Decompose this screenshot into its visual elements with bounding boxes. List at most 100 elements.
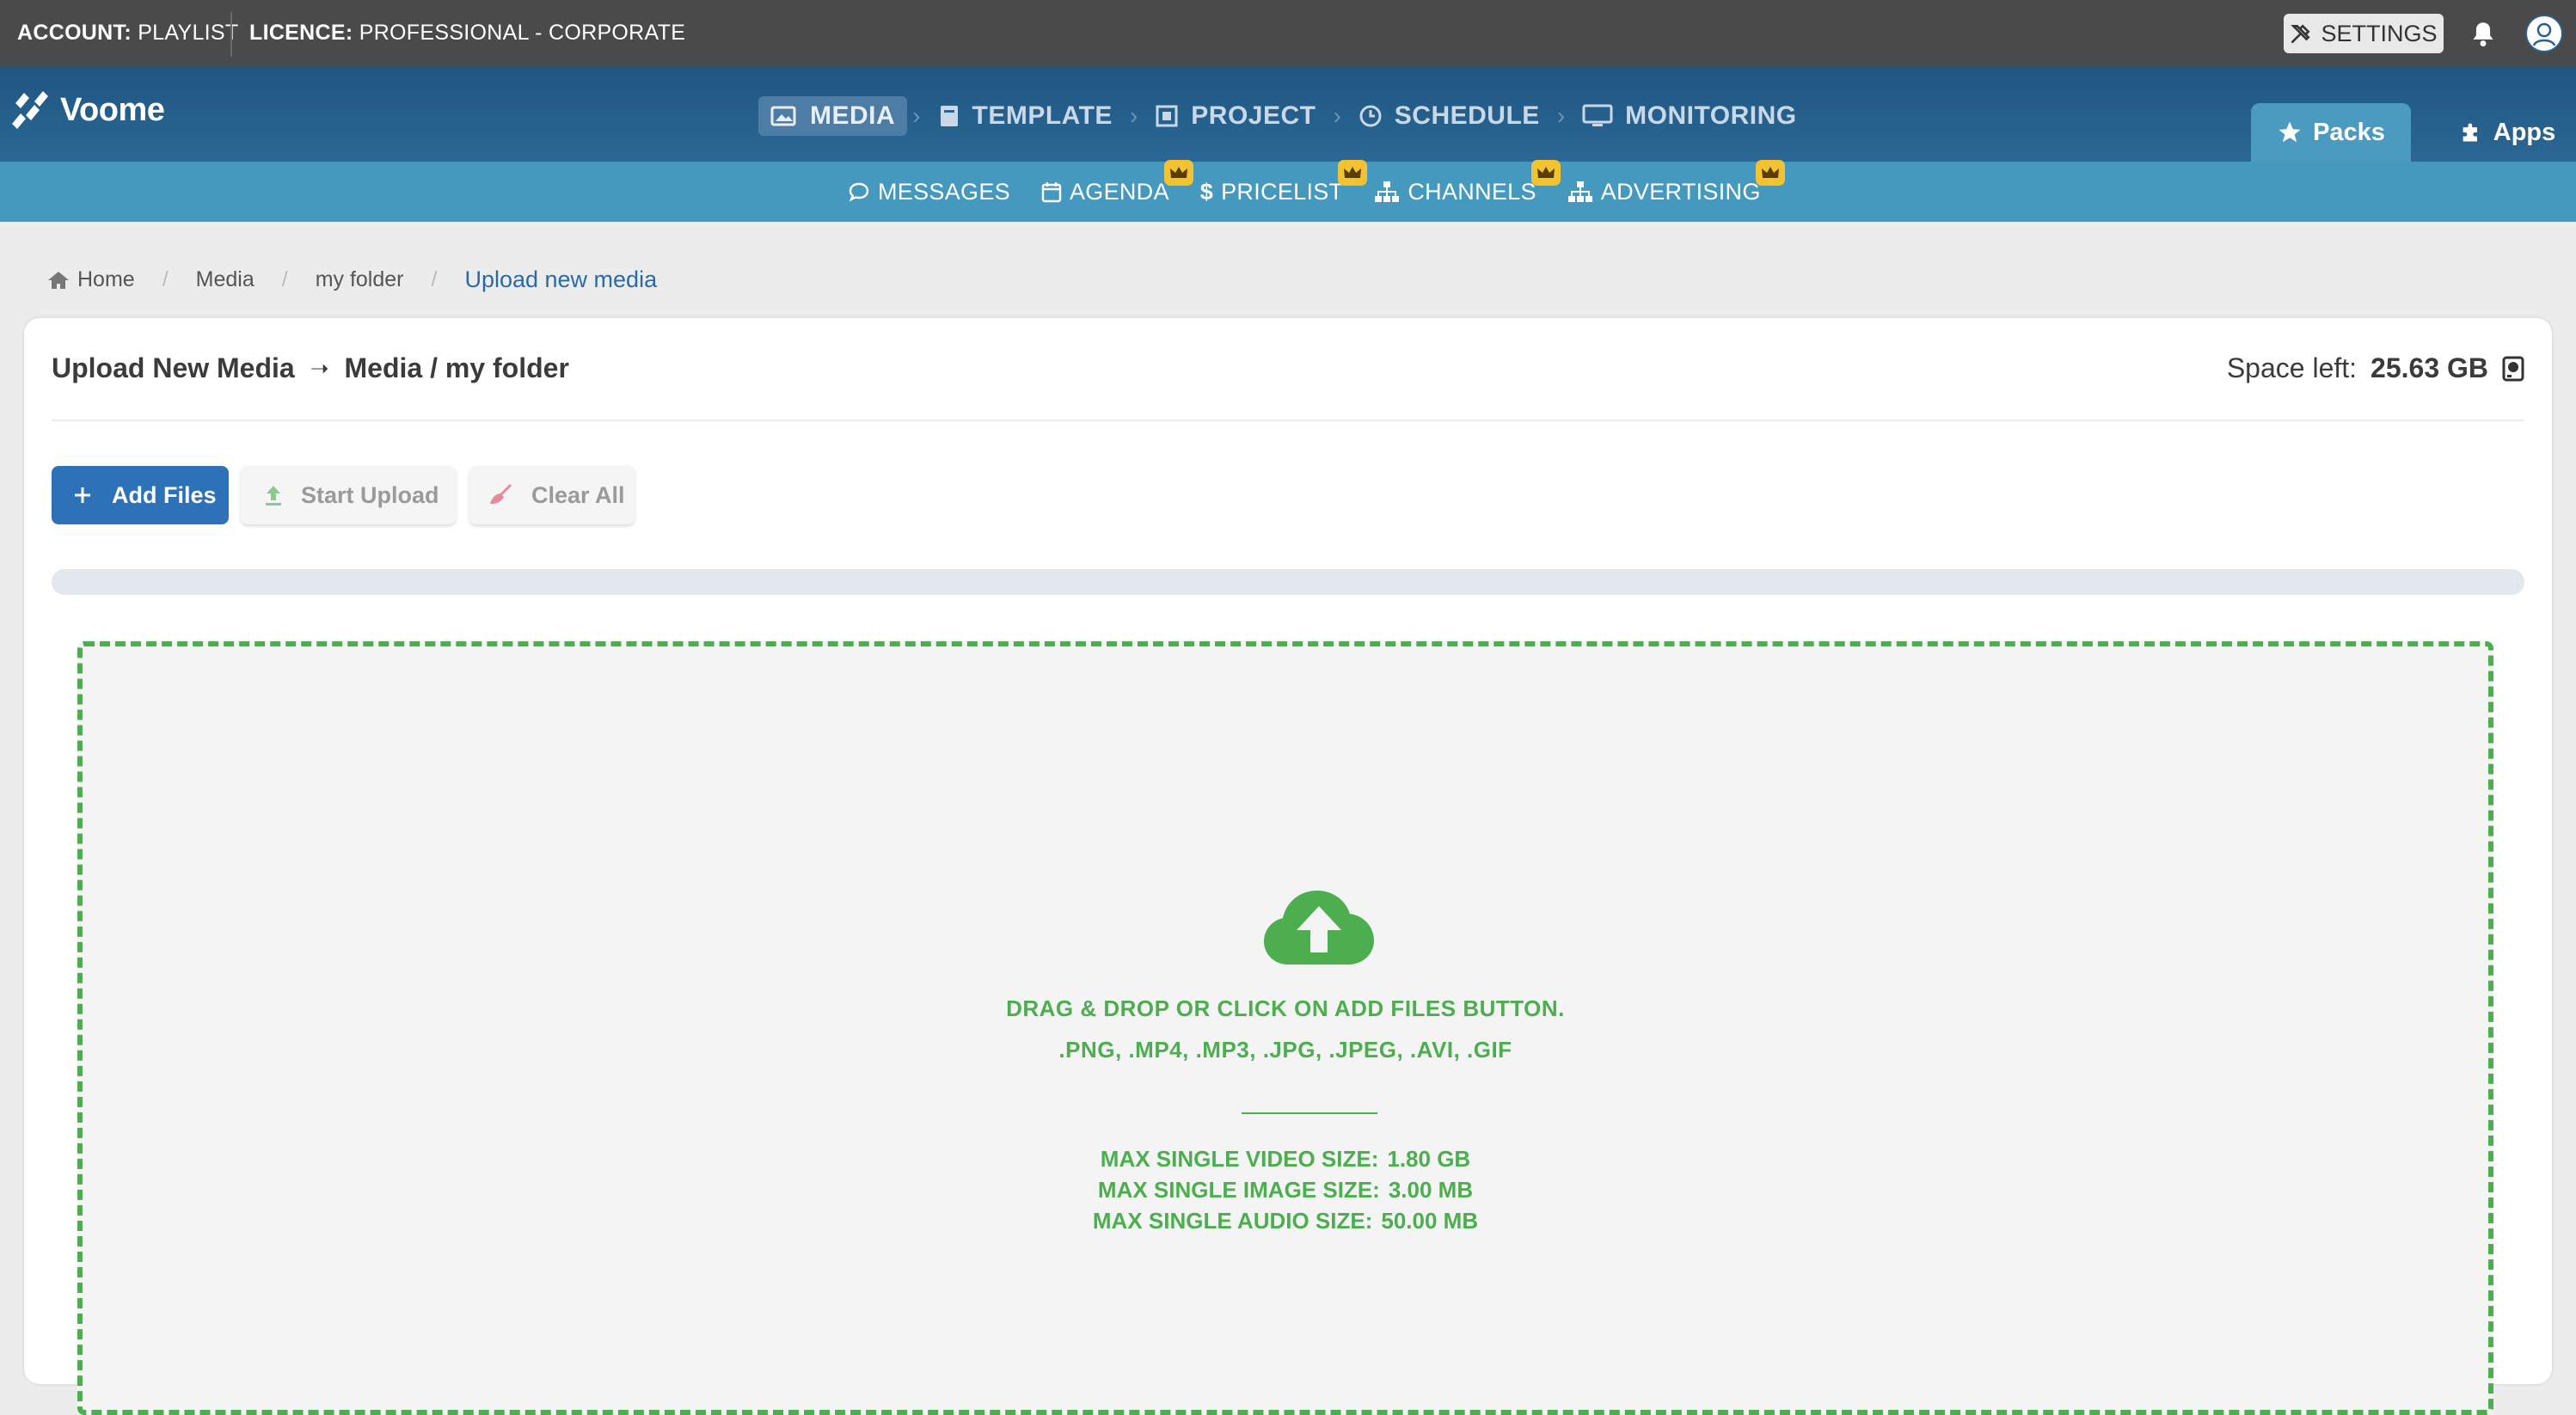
account-label: ACCOUNT: xyxy=(17,21,132,45)
image-limit-label: MAX SINGLE IMAGE SIZE: xyxy=(1097,1177,1380,1203)
packs-label: Packs xyxy=(2313,118,2385,146)
upload-icon xyxy=(266,486,281,505)
arrow-right-icon: ➝ xyxy=(310,355,329,381)
crown-icon xyxy=(1163,159,1193,186)
breadcrumb-media[interactable]: Media xyxy=(196,267,255,292)
file-dropzone[interactable]: DRAG & DROP OR CLICK ON ADD FILES BUTTON… xyxy=(77,641,2493,1415)
nav-media[interactable]: MEDIA xyxy=(758,96,908,136)
destination-path: Media / my folder xyxy=(344,352,569,383)
subnav-pricelist[interactable]: $ PRICELIST xyxy=(1199,159,1368,205)
subnav-agenda-label: AGENDA xyxy=(1069,178,1169,205)
subnav-messages-label: MESSAGES xyxy=(878,178,1010,205)
breadcrumb: Home / Media / my folder / Upload new me… xyxy=(46,266,657,293)
chevron-right-icon: › xyxy=(1333,102,1341,129)
subnav-channels-label: CHANNELS xyxy=(1408,178,1536,205)
logo-text: Voome xyxy=(60,91,165,128)
calendar-icon xyxy=(1041,182,1062,203)
clear-all-button[interactable]: Clear All xyxy=(469,466,635,524)
clock-icon xyxy=(1359,105,1382,127)
dropzone-formats: .PNG, .MP4, .MP3, .JPG, .JPEG, .AVI, .GI… xyxy=(1058,1037,1512,1063)
licence-info: LICENCE: PROFESSIONAL - CORPORATE xyxy=(249,21,685,46)
subnav-messages[interactable]: MESSAGES xyxy=(848,179,1010,205)
nav-project[interactable]: PROJECT xyxy=(1143,96,1328,136)
chevron-right-icon: › xyxy=(1129,102,1138,129)
voome-logo[interactable]: Voome xyxy=(9,86,165,134)
sitemap-icon xyxy=(1567,181,1592,202)
add-files-label: Add Files xyxy=(112,481,217,508)
breadcrumb-separator: / xyxy=(162,267,169,291)
dropzone-divider xyxy=(1242,1112,1377,1114)
nav-schedule-label: SCHEDULE xyxy=(1394,101,1540,130)
plus-icon xyxy=(75,487,90,503)
subnav-agenda[interactable]: AGENDA xyxy=(1041,159,1193,205)
puzzle-icon xyxy=(2463,123,2477,142)
logo-mark-icon xyxy=(12,91,48,129)
breadcrumb-separator: / xyxy=(431,267,438,291)
page-title: Upload New Media ➝ Media / my folder xyxy=(52,352,569,384)
packs-tab[interactable]: Packs xyxy=(2251,103,2411,162)
size-limits: MAX SINGLE VIDEO SIZE: 1.80 GB MAX SINGLE… xyxy=(83,1143,2488,1236)
workflow-nav: MEDIA › TEMPLATE › PROJECT › SCHEDULE › … xyxy=(758,96,1809,136)
nav-monitoring-label: MONITORING xyxy=(1625,101,1797,130)
crown-icon xyxy=(1530,159,1561,186)
account-value: PLAYLIST xyxy=(138,21,239,45)
crown-icon xyxy=(1755,159,1785,186)
hard-drive-icon xyxy=(2502,356,2524,381)
nav-monitoring[interactable]: MONITORING xyxy=(1570,96,1808,136)
breadcrumb-home[interactable]: Home xyxy=(46,267,135,292)
breadcrumb-separator: / xyxy=(281,267,288,291)
breadcrumb-current: Upload new media xyxy=(464,266,658,292)
nav-media-label: MEDIA xyxy=(810,101,896,130)
star-icon xyxy=(2279,121,2301,143)
subnav-advertising-label: ADVERTISING xyxy=(1600,178,1761,205)
tools-icon xyxy=(2290,22,2312,45)
sub-nav: MESSAGES AGENDA $ PRICELIST CHANNELS ADV… xyxy=(0,159,2576,222)
audio-limit-value: 50.00 MB xyxy=(1381,1208,1479,1234)
apps-tab[interactable]: Apps xyxy=(2438,103,2576,162)
licence-value: PROFESSIONAL - CORPORATE xyxy=(359,21,686,45)
frame-icon xyxy=(1156,105,1178,127)
image-icon xyxy=(770,106,796,126)
breadcrumb-folder[interactable]: my folder xyxy=(316,267,404,292)
sitemap-icon xyxy=(1375,181,1400,202)
subnav-channels[interactable]: CHANNELS xyxy=(1374,159,1561,205)
breadcrumb-home-label: Home xyxy=(77,267,135,291)
space-left-label: Space left: xyxy=(2226,352,2358,383)
home-icon xyxy=(48,271,69,289)
settings-label: SETTINGS xyxy=(2321,20,2438,46)
nav-template[interactable]: TEMPLATE xyxy=(926,96,1125,136)
account-info: ACCOUNT: PLAYLIST xyxy=(17,21,238,46)
nav-template-label: TEMPLATE xyxy=(972,101,1113,130)
topbar-divider xyxy=(230,12,232,57)
dropzone-instruction: DRAG & DROP OR CLICK ON ADD FILES BUTTON… xyxy=(1006,995,1565,1021)
video-size-limit: MAX SINGLE VIDEO SIZE: 1.80 GB xyxy=(83,1143,2488,1174)
upload-progress-bar xyxy=(52,569,2524,595)
start-upload-button[interactable]: Start Upload xyxy=(241,466,456,524)
monitor-icon xyxy=(1582,104,1613,126)
upload-card: Upload New Media ➝ Media / my folder Spa… xyxy=(24,318,2552,1415)
subnav-pricelist-label: PRICELIST xyxy=(1221,178,1344,205)
space-left-value: 25.63 GB xyxy=(2371,352,2488,383)
add-files-button[interactable]: Add Files xyxy=(52,466,229,524)
bell-icon[interactable] xyxy=(2471,21,2495,46)
audio-size-limit: MAX SINGLE AUDIO SIZE: 50.00 MB xyxy=(83,1205,2488,1236)
image-limit-value: 3.00 MB xyxy=(1388,1177,1474,1203)
nav-project-label: PROJECT xyxy=(1191,101,1316,130)
dollar-icon: $ xyxy=(1199,178,1214,205)
account-bar: ACCOUNT: PLAYLIST LICENCE: PROFESSIONAL … xyxy=(0,0,2576,67)
cloud-upload-icon xyxy=(1264,891,1374,965)
video-limit-value: 1.80 GB xyxy=(1387,1146,1471,1172)
book-icon xyxy=(940,106,958,126)
nav-schedule[interactable]: SCHEDULE xyxy=(1346,96,1552,136)
card-divider xyxy=(52,420,2524,421)
clear-all-label: Clear All xyxy=(531,481,625,508)
space-left: Space left: 25.63 GB xyxy=(2227,352,2524,384)
settings-button[interactable]: SETTINGS xyxy=(2284,14,2444,53)
avatar[interactable] xyxy=(2525,15,2563,52)
licence-label: LICENCE: xyxy=(249,21,353,45)
main-nav: Voome MEDIA › TEMPLATE › PROJECT › SCHED… xyxy=(0,67,2576,162)
broom-icon xyxy=(490,483,512,505)
chevron-right-icon: › xyxy=(1556,102,1566,129)
subnav-advertising[interactable]: ADVERTISING xyxy=(1567,159,1785,205)
apps-label: Apps xyxy=(2493,118,2556,146)
